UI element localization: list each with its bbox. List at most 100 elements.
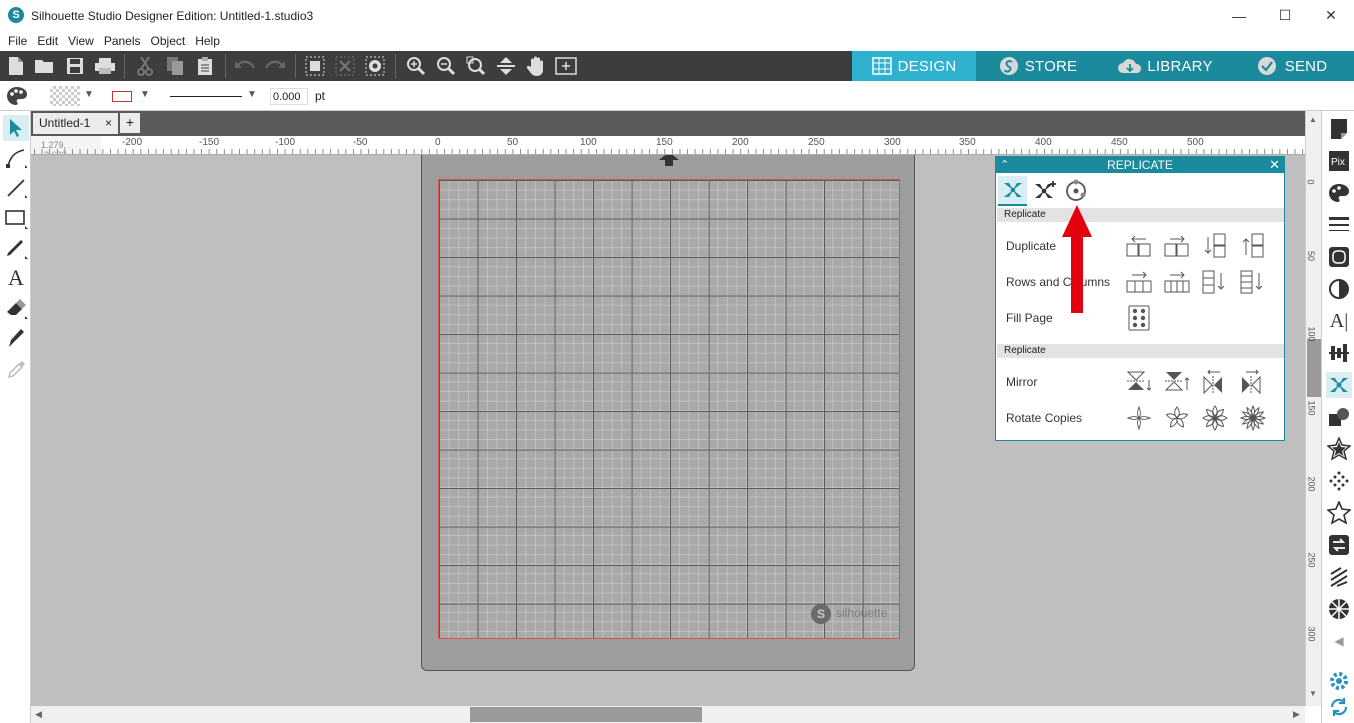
scroll-up-icon[interactable]: ▲ [1309, 115, 1317, 124]
save-icon[interactable] [63, 54, 87, 78]
paste-icon[interactable] [193, 54, 217, 78]
eyedropper-tool-icon[interactable] [3, 355, 29, 381]
radial-replicate-tab-icon[interactable] [1061, 176, 1090, 206]
weld-panel-icon[interactable] [1326, 564, 1352, 590]
nesting-panel-icon[interactable] [1326, 596, 1352, 622]
line-width-input[interactable]: 0.000 [270, 88, 308, 105]
menu-edit[interactable]: Edit [32, 32, 63, 50]
close-panel-icon[interactable]: ✕ [1269, 157, 1280, 173]
vertical-scrollbar[interactable]: ▲ ▼ 0 50 100 150 200 250 300 [1305, 111, 1321, 706]
fill-color-swatch[interactable] [50, 86, 80, 106]
horizontal-scrollbar[interactable]: ◀ ▶ [31, 706, 1305, 723]
line-style-dropdown-arrow-icon[interactable]: ▼ [247, 89, 257, 100]
row-of-four-icon[interactable] [1164, 269, 1190, 295]
collapse-panel-icon[interactable]: ⌃ [1000, 157, 1009, 173]
mirror-below-icon[interactable] [1126, 369, 1152, 395]
replicate-panel-icon[interactable] [1326, 372, 1352, 398]
mirror-left-icon[interactable] [1202, 369, 1228, 395]
column-of-three-icon[interactable] [1202, 269, 1228, 295]
tab-design[interactable]: DESIGN [852, 51, 976, 81]
rectangle-tool-icon[interactable] [3, 205, 29, 231]
menu-file[interactable]: File [3, 32, 32, 50]
center-view-icon[interactable] [554, 54, 578, 78]
line-style-panel-icon[interactable] [1326, 212, 1352, 238]
scroll-left-icon[interactable]: ◀ [35, 709, 42, 720]
sketch-panel-icon[interactable] [1326, 468, 1352, 494]
menu-panels[interactable]: Panels [99, 32, 146, 50]
menu-view[interactable]: View [63, 32, 99, 50]
document-tab[interactable]: Untitled-1 × [33, 113, 118, 134]
transform-panel-icon[interactable] [1326, 532, 1352, 558]
minimize-button[interactable]: — [1216, 0, 1262, 31]
replicate-advanced-tab-icon[interactable] [1030, 176, 1059, 206]
text-tool-icon[interactable]: A [3, 265, 29, 291]
zoom-out-icon[interactable] [434, 54, 458, 78]
page-setup-icon[interactable] [1326, 116, 1352, 142]
fill-page-icon[interactable] [1126, 305, 1152, 331]
compound-path-icon[interactable] [363, 54, 387, 78]
replicate-tab-icon[interactable] [998, 176, 1027, 206]
library-star-icon[interactable] [1326, 500, 1352, 526]
palette-icon[interactable] [5, 85, 29, 110]
pixscan-icon[interactable]: Pix [1326, 148, 1352, 174]
tab-store[interactable]: STORE [976, 51, 1100, 81]
menu-object[interactable]: Object [146, 32, 191, 50]
print-icon[interactable] [93, 54, 117, 78]
line-tool-icon[interactable] [3, 175, 29, 201]
knife-tool-icon[interactable] [3, 325, 29, 351]
duplicate-above-icon[interactable] [1240, 233, 1266, 259]
close-window-button[interactable]: ✕ [1308, 0, 1354, 31]
scroll-right-icon[interactable]: ▶ [1293, 709, 1300, 720]
settings-gear-icon[interactable] [1326, 668, 1352, 694]
copy-icon[interactable] [163, 54, 187, 78]
collapse-panel-arrow-icon[interactable]: ◀ [1326, 628, 1352, 654]
line-color-dropdown-arrow-icon[interactable]: ▼ [140, 89, 150, 100]
new-file-icon[interactable] [4, 54, 28, 78]
rotate-four-copies-icon[interactable] [1202, 405, 1228, 431]
group-icon[interactable] [303, 54, 327, 78]
maximize-button[interactable]: ☐ [1262, 0, 1308, 31]
horizontal-scroll-thumb[interactable] [470, 707, 702, 722]
point-edit-icon[interactable] [3, 145, 29, 171]
tab-send[interactable]: SEND [1230, 51, 1354, 81]
add-tab-button[interactable]: + [120, 113, 140, 133]
open-folder-icon[interactable] [33, 54, 57, 78]
ungroup-icon[interactable] [333, 54, 357, 78]
close-tab-icon[interactable]: × [105, 116, 112, 130]
line-color-swatch[interactable] [112, 91, 132, 102]
duplicate-left-icon[interactable] [1126, 233, 1152, 259]
rotate-three-copies-icon[interactable] [1164, 405, 1190, 431]
text-style-panel-icon[interactable]: A| [1326, 308, 1352, 334]
duplicate-right-icon[interactable] [1164, 233, 1190, 259]
rotate-two-copies-icon[interactable] [1126, 405, 1152, 431]
menu-help[interactable]: Help [190, 32, 225, 50]
scroll-down-icon[interactable]: ▼ [1309, 689, 1317, 698]
trace-panel-icon[interactable] [1326, 244, 1352, 270]
redo-icon[interactable] [263, 54, 287, 78]
contrast-panel-icon[interactable] [1326, 276, 1352, 302]
eraser-tool-icon[interactable] [3, 295, 29, 321]
undo-icon[interactable] [233, 54, 257, 78]
row-of-three-icon[interactable] [1126, 269, 1152, 295]
replicate-panel-header[interactable]: ⌃ REPLICATE ✕ [996, 157, 1284, 173]
select-arrow-icon[interactable] [3, 115, 29, 141]
vertical-scroll-thumb[interactable] [1307, 339, 1321, 397]
fill-color-panel-icon[interactable] [1326, 180, 1352, 206]
tab-library[interactable]: LIBRARY [1100, 51, 1230, 81]
column-of-four-icon[interactable] [1240, 269, 1266, 295]
mirror-right-icon[interactable] [1240, 369, 1266, 395]
zoom-select-icon[interactable] [464, 54, 488, 78]
fit-to-page-icon[interactable] [494, 54, 518, 78]
line-style-preview[interactable] [170, 96, 242, 97]
rotate-eight-copies-icon[interactable] [1240, 405, 1266, 431]
pan-hand-icon[interactable] [524, 54, 548, 78]
duplicate-below-icon[interactable] [1202, 233, 1228, 259]
mirror-above-icon[interactable] [1164, 369, 1190, 395]
pencil-tool-icon[interactable] [3, 235, 29, 261]
offset-panel-icon[interactable] [1326, 436, 1352, 462]
fill-dropdown-arrow-icon[interactable]: ▼ [84, 89, 94, 100]
align-panel-icon[interactable] [1326, 340, 1352, 366]
cut-icon[interactable] [133, 54, 157, 78]
modify-panel-icon[interactable] [1326, 404, 1352, 430]
zoom-in-icon[interactable] [404, 54, 428, 78]
